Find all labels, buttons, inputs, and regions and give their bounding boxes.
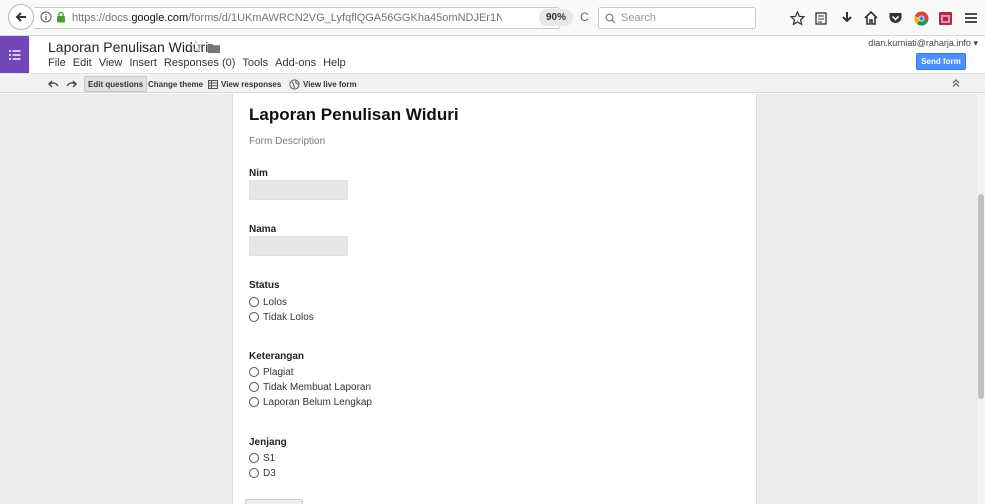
url-path: /forms/d/1UKmAWRCN2VG_LyfqflQGA56GGKha45…	[188, 12, 502, 24]
option-label: Tidak Lolos	[263, 311, 314, 323]
forms-logo-icon[interactable]	[0, 36, 29, 73]
radio-button[interactable]	[249, 397, 259, 407]
globe-icon	[289, 78, 300, 90]
forms-header: Laporan Penulisan Widuri File Edit View …	[0, 36, 985, 73]
view-responses-label: View responses	[221, 79, 282, 89]
form-description[interactable]: Form Description	[249, 136, 325, 147]
option-label: Plagiat	[263, 366, 294, 378]
send-form-button[interactable]: Send form	[916, 53, 966, 70]
back-arrow-icon	[15, 12, 26, 22]
back-button[interactable]	[8, 4, 34, 30]
question-nama-label[interactable]: Nama	[249, 224, 276, 235]
menu-insert[interactable]: Insert	[129, 57, 157, 69]
menu-edit[interactable]: Edit	[73, 57, 92, 69]
view-live-form-button[interactable]: View live form	[289, 76, 357, 92]
search-placeholder: Search	[621, 12, 656, 24]
search-icon	[605, 12, 616, 23]
collapse-icon[interactable]	[951, 77, 961, 91]
submit-button[interactable]	[245, 499, 303, 504]
radio-option[interactable]: Tidak Membuat Laporan	[249, 381, 371, 393]
url-bar[interactable]: https://docs.google.com/forms/d/1UKmAWRC…	[34, 7, 560, 29]
menu-help[interactable]: Help	[323, 57, 346, 69]
lock-icon	[56, 11, 66, 26]
calendar-extension-icon[interactable]	[936, 9, 954, 27]
form-editor-area: Laporan Penulisan Widuri Form Descriptio…	[0, 94, 985, 504]
form-panel: Laporan Penulisan Widuri Form Descriptio…	[232, 94, 757, 504]
document-title[interactable]: Laporan Penulisan Widuri	[48, 39, 208, 55]
menu-view[interactable]: View	[99, 57, 123, 69]
info-icon[interactable]	[40, 11, 52, 26]
url-text: https://docs.google.com/forms/d/1UKmAWRC…	[72, 12, 502, 24]
download-icon[interactable]	[838, 9, 856, 27]
undo-icon[interactable]	[48, 76, 59, 92]
radio-option[interactable]: Laporan Belum Lengkap	[249, 396, 372, 408]
user-email: dian.kurniati@raharja.info	[868, 38, 971, 48]
question-keterangan-label[interactable]: Keterangan	[249, 351, 304, 362]
radio-option[interactable]: D3	[249, 467, 276, 479]
radio-option[interactable]: S1	[249, 452, 275, 464]
browser-toolbar: https://docs.google.com/forms/d/1UKmAWRC…	[0, 0, 985, 36]
radio-button[interactable]	[249, 312, 259, 322]
bookmark-star-icon[interactable]	[788, 9, 806, 27]
home-icon[interactable]	[862, 9, 880, 27]
redo-icon[interactable]	[66, 76, 77, 92]
reload-icon[interactable]: C	[580, 10, 589, 24]
menu-addons[interactable]: Add-ons	[275, 57, 316, 69]
scrollbar[interactable]	[977, 94, 985, 504]
form-title[interactable]: Laporan Penulisan Widuri	[249, 105, 459, 125]
reading-list-icon[interactable]	[812, 9, 830, 27]
chevron-down-icon: ▾	[973, 38, 978, 48]
option-label: S1	[263, 452, 276, 464]
change-theme-button[interactable]: Change theme	[148, 76, 203, 92]
star-icon[interactable]	[189, 39, 203, 55]
question-nim-label[interactable]: Nim	[249, 168, 268, 179]
url-host: google.com	[131, 12, 189, 24]
radio-button[interactable]	[249, 453, 259, 463]
forms-toolbar: Edit questions Change theme View respons…	[0, 73, 985, 93]
question-jenjang-label[interactable]: Jenjang	[249, 437, 287, 448]
radio-button[interactable]	[249, 367, 259, 377]
scrollbar-thumb[interactable]	[978, 194, 984, 399]
edit-questions-button[interactable]: Edit questions	[84, 76, 148, 92]
view-responses-button[interactable]: View responses	[208, 76, 281, 92]
radio-button[interactable]	[249, 382, 259, 392]
radio-option[interactable]: Plagiat	[249, 366, 294, 378]
menu-file[interactable]: File	[48, 57, 66, 69]
menu-hamburger-icon[interactable]	[962, 9, 980, 27]
pocket-icon[interactable]	[886, 9, 904, 27]
question-status-label[interactable]: Status	[249, 280, 280, 291]
folder-icon[interactable]	[208, 42, 220, 56]
search-input[interactable]: Search	[598, 7, 756, 29]
menu-tools[interactable]: Tools	[242, 57, 268, 69]
nim-field[interactable]	[249, 180, 348, 200]
view-live-form-label: View live form	[303, 79, 357, 89]
radio-option[interactable]: Tidak Lolos	[249, 311, 314, 323]
menu-responses[interactable]: Responses (0)	[164, 57, 236, 69]
option-label: Lolos	[263, 296, 287, 308]
menu-bar: File Edit View Insert Responses (0) Tool…	[48, 57, 346, 69]
option-label: Laporan Belum Lengkap	[263, 396, 372, 408]
radio-button[interactable]	[249, 297, 259, 307]
option-label: Tidak Membuat Laporan	[263, 381, 372, 393]
zoom-indicator[interactable]: 90%	[539, 9, 573, 26]
option-label: D3	[263, 467, 276, 479]
table-icon	[208, 79, 218, 89]
account-menu[interactable]: dian.kurniati@raharja.info ▾	[868, 38, 978, 49]
nama-field[interactable]	[249, 236, 348, 256]
radio-button[interactable]	[249, 468, 259, 478]
url-prefix: https://docs.	[72, 12, 132, 24]
chrome-extension-icon[interactable]	[912, 9, 930, 27]
radio-option[interactable]: Lolos	[249, 296, 287, 308]
